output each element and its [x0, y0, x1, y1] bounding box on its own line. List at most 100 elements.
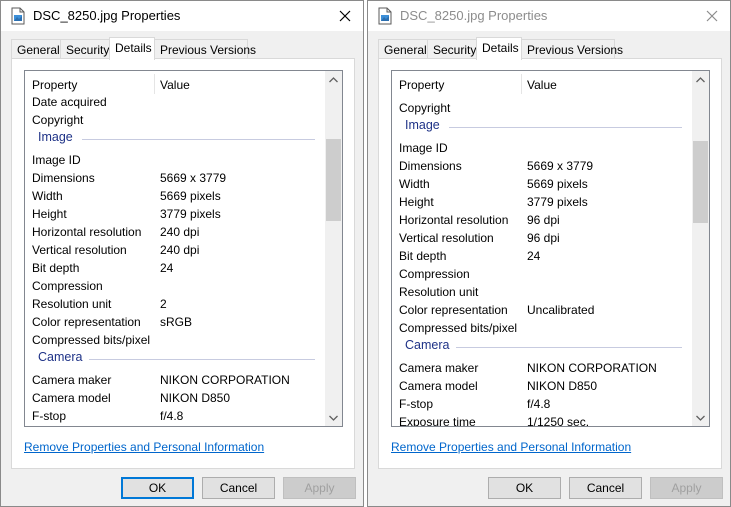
property-name: Bit depth	[399, 249, 447, 263]
property-name: Date acquired	[32, 95, 107, 109]
group-divider	[456, 347, 682, 348]
property-row[interactable]: Height 3779 pixels	[392, 193, 692, 211]
property-value: f/4.8	[160, 409, 184, 423]
title-bar[interactable]: DSC_8250.jpg Properties	[1, 1, 363, 31]
properties-dialog-left: DSC_8250.jpg Properties General Security…	[0, 0, 364, 507]
cancel-button[interactable]: Cancel	[569, 477, 642, 499]
group-divider	[89, 359, 315, 360]
property-name: Camera model	[399, 379, 478, 393]
property-row[interactable]: Copyright	[392, 99, 692, 117]
close-icon	[339, 10, 351, 22]
property-row[interactable]: Copyright	[25, 111, 325, 129]
tab-general[interactable]: General	[378, 39, 428, 59]
list-header: Property Value	[392, 71, 692, 95]
scroll-down-button[interactable]	[692, 409, 709, 426]
property-row[interactable]: Color representation sRGB	[25, 313, 325, 331]
property-name: Exposure time	[399, 415, 476, 426]
property-name: Dimensions	[399, 159, 462, 173]
property-row[interactable]: Camera model NIKON D850	[392, 377, 692, 395]
property-value: NIKON CORPORATION	[527, 361, 657, 375]
property-row[interactable]: F-stop f/4.8	[392, 395, 692, 413]
column-divider[interactable]	[154, 74, 155, 94]
property-row[interactable]: F-stop f/4.8	[25, 407, 325, 425]
properties-list[interactable]: Date acquired Copyright Image Image ID Dimen…	[24, 70, 343, 427]
ok-button[interactable]: OK	[488, 477, 561, 499]
property-row[interactable]: Camera maker NIKON CORPORATION	[25, 371, 325, 389]
column-header-property[interactable]: Property	[32, 78, 77, 92]
property-value: 5669 pixels	[527, 177, 588, 191]
remove-properties-link[interactable]: Remove Properties and Personal Informati…	[391, 440, 631, 454]
property-row[interactable]: Dimensions 5669 x 3779	[392, 157, 692, 175]
property-row[interactable]: Image ID	[392, 139, 692, 157]
property-name: Camera maker	[32, 373, 112, 387]
remove-properties-link[interactable]: Remove Properties and Personal Informati…	[24, 440, 264, 454]
window-title: DSC_8250.jpg Properties	[400, 8, 548, 23]
vertical-scrollbar[interactable]	[692, 71, 709, 426]
property-name: Horizontal resolution	[32, 225, 142, 239]
window-title: DSC_8250.jpg Properties	[33, 8, 181, 23]
property-row[interactable]: Horizontal resolution 240 dpi	[25, 223, 325, 241]
group-header-image[interactable]: Image	[25, 129, 325, 147]
column-divider[interactable]	[521, 74, 522, 94]
property-value: 3779 pixels	[527, 195, 588, 209]
property-value: NIKON CORPORATION	[160, 373, 290, 387]
tab-security[interactable]: Security	[60, 39, 110, 59]
tab-general[interactable]: General	[11, 39, 61, 59]
column-header-value[interactable]: Value	[160, 78, 190, 92]
property-row[interactable]: Compressed bits/pixel	[25, 331, 325, 349]
column-header-value[interactable]: Value	[527, 78, 557, 92]
property-name: F-stop	[399, 397, 434, 411]
scroll-up-button[interactable]	[692, 71, 709, 88]
group-header-image[interactable]: Image	[392, 117, 692, 135]
property-row[interactable]: Compression	[392, 265, 692, 283]
property-row[interactable]: Image ID	[25, 151, 325, 169]
column-header-property[interactable]: Property	[399, 78, 444, 92]
property-name: Width	[399, 177, 430, 191]
property-name: Camera maker	[399, 361, 479, 375]
property-row[interactable]: Horizontal resolution 96 dpi	[392, 211, 692, 229]
ok-button[interactable]: OK	[121, 477, 194, 499]
property-row[interactable]: Bit depth 24	[392, 247, 692, 265]
property-row[interactable]: Color representation Uncalibrated	[392, 301, 692, 319]
cancel-button[interactable]: Cancel	[202, 477, 275, 499]
group-divider	[449, 127, 682, 128]
property-name: Resolution unit	[399, 285, 479, 299]
properties-list[interactable]: Copyright Image Image ID Dimensions 5669 x 3…	[391, 70, 710, 427]
property-row[interactable]: Exposure time 1/1250 sec.	[392, 413, 692, 426]
close-button[interactable]	[700, 4, 724, 28]
property-row[interactable]: Width 5669 pixels	[25, 187, 325, 205]
vertical-scrollbar[interactable]	[325, 71, 342, 426]
scroll-thumb[interactable]	[326, 139, 341, 221]
property-row[interactable]: Vertical resolution 96 dpi	[392, 229, 692, 247]
property-row[interactable]: Camera model NIKON D850	[25, 389, 325, 407]
scroll-thumb[interactable]	[693, 141, 708, 223]
scroll-down-button[interactable]	[325, 409, 342, 426]
property-row[interactable]: Compression	[25, 277, 325, 295]
property-row[interactable]: Resolution unit	[392, 283, 692, 301]
tab-details[interactable]: Details	[476, 37, 522, 60]
property-row[interactable]: Compressed bits/pixel	[392, 319, 692, 337]
tab-details[interactable]: Details	[109, 37, 155, 60]
property-row[interactable]: Dimensions 5669 x 3779	[25, 169, 325, 187]
property-value: 96 dpi	[527, 213, 560, 227]
property-row[interactable]: Height 3779 pixels	[25, 205, 325, 223]
title-bar[interactable]: DSC_8250.jpg Properties	[368, 1, 730, 31]
property-row[interactable]: Resolution unit 2	[25, 295, 325, 313]
tab-previous-versions[interactable]: Previous Versions	[154, 39, 256, 59]
scroll-up-button[interactable]	[325, 71, 342, 88]
property-row[interactable]: Width 5669 pixels	[392, 175, 692, 193]
tab-previous-versions[interactable]: Previous Versions	[521, 39, 623, 59]
tab-security[interactable]: Security	[427, 39, 477, 59]
property-row[interactable]: Camera maker NIKON CORPORATION	[392, 359, 692, 377]
property-value: 2	[160, 297, 167, 311]
property-row[interactable]: Bit depth 24	[25, 259, 325, 277]
property-value: Uncalibrated	[527, 303, 595, 317]
property-name: Image ID	[399, 141, 448, 155]
property-row[interactable]: Date acquired	[25, 93, 325, 111]
group-header-camera[interactable]: Camera	[25, 349, 325, 367]
property-name: Vertical resolution	[399, 231, 494, 245]
list-header: Property Value	[25, 71, 325, 95]
close-button[interactable]	[333, 4, 357, 28]
property-row[interactable]: Vertical resolution 240 dpi	[25, 241, 325, 259]
group-header-camera[interactable]: Camera	[392, 337, 692, 355]
